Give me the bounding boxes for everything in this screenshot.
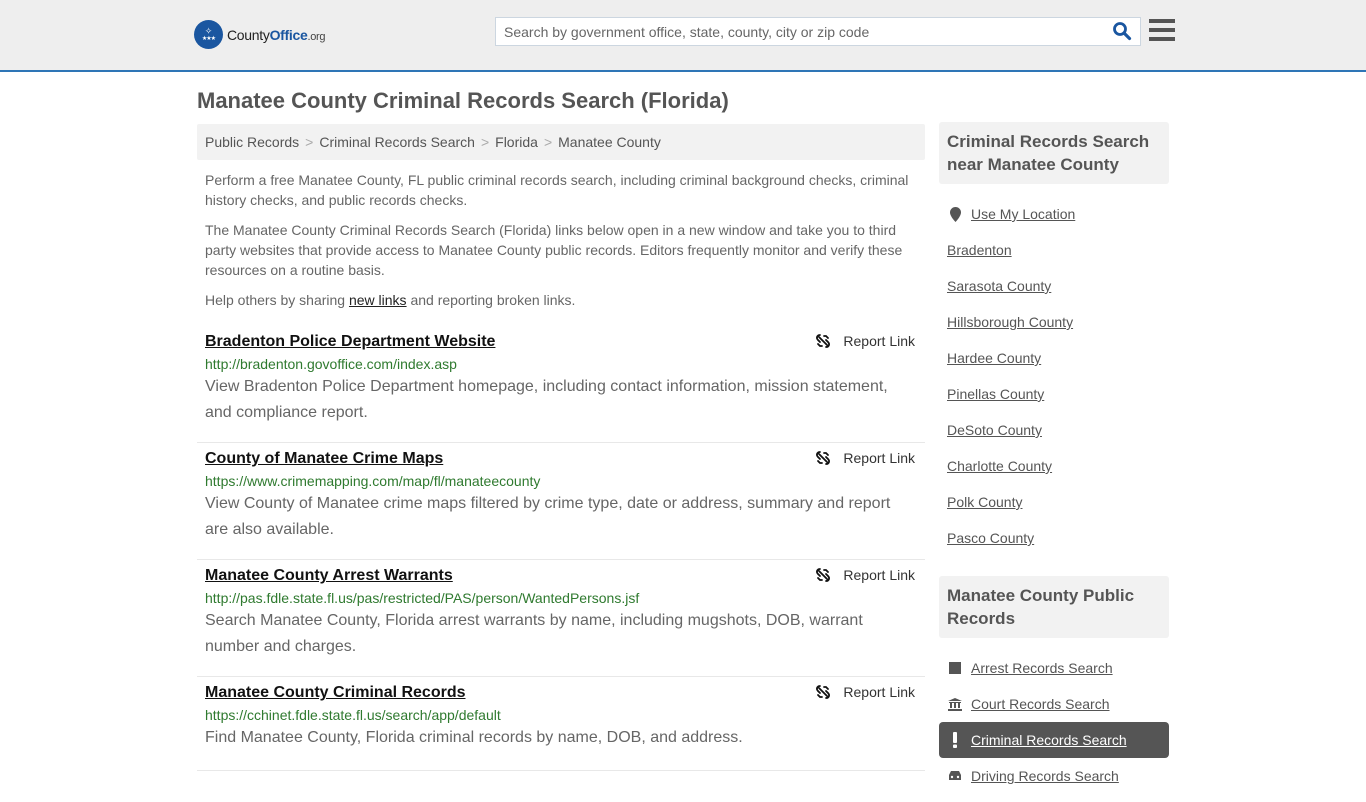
search-input[interactable] bbox=[496, 18, 1096, 45]
page-title: Manatee County Criminal Records Search (… bbox=[197, 88, 729, 113]
result-description: View Bradenton Police Department homepag… bbox=[205, 378, 888, 421]
top-bar: ✧ ★★★ CountyOffice.org bbox=[0, 0, 1366, 72]
result-item: Manatee County Arrest Warrants Report Li… bbox=[197, 560, 925, 677]
report-link-button[interactable]: Report Link bbox=[815, 450, 915, 466]
result-title-link[interactable]: Manatee County Criminal Records bbox=[205, 684, 466, 702]
intro-text-span: Help others by sharing bbox=[205, 292, 349, 308]
public-records-heading: Manatee County Public Records bbox=[939, 576, 1169, 638]
nearby-item: Hardee County bbox=[947, 340, 1161, 376]
report-link-button[interactable]: Report Link bbox=[815, 567, 915, 583]
nearby-item: Sarasota County bbox=[947, 268, 1161, 304]
result-url: https://www.crimemapping.com/map/fl/mana… bbox=[205, 473, 541, 489]
nearby-item: Hillsborough County bbox=[947, 304, 1161, 340]
result-title-link[interactable]: Manatee County Arrest Warrants bbox=[205, 567, 453, 585]
driving-records-link[interactable]: Driving Records Search bbox=[971, 768, 1119, 784]
nearby-heading: Criminal Records Search near Manatee Cou… bbox=[939, 122, 1169, 184]
intro-text-span: and reporting broken links. bbox=[406, 292, 576, 308]
nearby-link-bradenton[interactable]: Bradenton bbox=[947, 242, 1012, 258]
intro-paragraph-1: Perform a free Manatee County, FL public… bbox=[205, 172, 909, 208]
report-link-label: Report Link bbox=[843, 567, 915, 583]
search-button[interactable] bbox=[1112, 21, 1134, 43]
result-url: https://cchinet.fdle.state.fl.us/search/… bbox=[205, 707, 501, 723]
breadcrumb-florida[interactable]: Florida bbox=[495, 134, 538, 150]
result-item: Manatee County Criminal Records Report L… bbox=[197, 677, 925, 771]
result-title-link[interactable]: County of Manatee Crime Maps bbox=[205, 450, 443, 468]
nearby-item: Pasco County bbox=[947, 520, 1161, 556]
intro-paragraph-2: The Manatee County Criminal Records Sear… bbox=[205, 222, 903, 278]
result-title-link[interactable]: Bradenton Police Department Website bbox=[205, 333, 495, 351]
square-icon bbox=[947, 662, 963, 674]
nearby-list: Use My Location Bradenton Sarasota Count… bbox=[939, 184, 1169, 564]
nearby-link-hillsborough[interactable]: Hillsborough County bbox=[947, 314, 1073, 330]
nearby-link-polk[interactable]: Polk County bbox=[947, 494, 1022, 510]
result-url: http://pas.fdle.state.fl.us/pas/restrict… bbox=[205, 590, 640, 606]
search-box bbox=[495, 17, 1141, 46]
eagle-logo-icon: ✧ ★★★ bbox=[194, 20, 223, 49]
report-link-button[interactable]: Report Link bbox=[815, 684, 915, 700]
report-link-label: Report Link bbox=[843, 450, 915, 466]
arrest-records-link[interactable]: Arrest Records Search bbox=[971, 660, 1113, 676]
broken-link-icon bbox=[816, 685, 831, 699]
nearby-link-pinellas[interactable]: Pinellas County bbox=[947, 386, 1044, 402]
nearby-item: Polk County bbox=[947, 484, 1161, 520]
result-description: Search Manatee County, Florida arrest wa… bbox=[205, 612, 863, 655]
report-link-label: Report Link bbox=[843, 684, 915, 700]
site-logo[interactable]: ✧ ★★★ CountyOffice.org bbox=[194, 20, 326, 49]
nearby-link-desoto[interactable]: DeSoto County bbox=[947, 422, 1042, 438]
report-link-label: Report Link bbox=[843, 333, 915, 349]
car-icon bbox=[947, 770, 963, 782]
broken-link-icon bbox=[816, 334, 831, 348]
broken-link-icon bbox=[816, 568, 831, 582]
breadcrumb-criminal-records-search[interactable]: Criminal Records Search bbox=[319, 134, 475, 150]
nearby-link-sarasota[interactable]: Sarasota County bbox=[947, 278, 1051, 294]
breadcrumb-separator: > bbox=[480, 134, 490, 150]
result-url: http://bradenton.govoffice.com/index.asp bbox=[205, 356, 457, 372]
breadcrumb-public-records[interactable]: Public Records bbox=[205, 134, 299, 150]
menu-bar-icon bbox=[1149, 37, 1175, 41]
result-description: View County of Manatee crime maps filter… bbox=[205, 495, 891, 538]
menu-bar-icon bbox=[1149, 28, 1175, 32]
nearby-item: Pinellas County bbox=[947, 376, 1161, 412]
result-item: County of Manatee Crime Maps Report Link… bbox=[197, 443, 925, 560]
breadcrumb-separator: > bbox=[305, 134, 314, 150]
public-records-item: Arrest Records Search bbox=[947, 650, 1161, 686]
results-list: Bradenton Police Department Website Repo… bbox=[197, 326, 925, 771]
breadcrumb: Public Records > Criminal Records Search > F… bbox=[197, 124, 925, 160]
public-records-item: Driving Records Search bbox=[947, 758, 1161, 794]
logo-text: CountyOffice.org bbox=[227, 26, 326, 43]
nearby-link-pasco[interactable]: Pasco County bbox=[947, 530, 1034, 546]
nearby-item: DeSoto County bbox=[947, 412, 1161, 448]
use-my-location-item: Use My Location bbox=[947, 196, 1161, 232]
intro-text: Perform a free Manatee County, FL public… bbox=[205, 170, 920, 320]
public-records-list: Arrest Records Search Court Records Sear… bbox=[939, 638, 1169, 802]
result-description: Find Manatee County, Florida criminal re… bbox=[205, 729, 743, 746]
hamburger-menu-button[interactable] bbox=[1149, 19, 1175, 43]
criminal-records-link[interactable]: Criminal Records Search bbox=[971, 732, 1127, 748]
menu-bar-icon bbox=[1149, 19, 1175, 23]
report-link-button[interactable]: Report Link bbox=[815, 333, 915, 349]
nearby-item: Bradenton bbox=[947, 232, 1161, 268]
map-marker-icon bbox=[947, 206, 963, 222]
intro-paragraph-3: Help others by sharing new links and rep… bbox=[205, 290, 920, 310]
nearby-item: Charlotte County bbox=[947, 448, 1161, 484]
use-my-location-link[interactable]: Use My Location bbox=[971, 206, 1075, 222]
new-links-link[interactable]: new links bbox=[349, 292, 407, 308]
breadcrumb-manatee-county: Manatee County bbox=[558, 134, 661, 150]
search-icon bbox=[1113, 22, 1132, 41]
nearby-link-charlotte[interactable]: Charlotte County bbox=[947, 458, 1052, 474]
breadcrumb-separator: > bbox=[543, 134, 553, 150]
court-records-link[interactable]: Court Records Search bbox=[971, 696, 1110, 712]
broken-link-icon bbox=[816, 451, 831, 465]
result-item: Bradenton Police Department Website Repo… bbox=[197, 326, 925, 443]
sidebar: Criminal Records Search near Manatee Cou… bbox=[939, 122, 1169, 802]
public-records-item: Court Records Search bbox=[947, 686, 1161, 722]
courthouse-icon bbox=[947, 697, 963, 711]
nearby-link-hardee[interactable]: Hardee County bbox=[947, 350, 1041, 366]
exclamation-icon bbox=[947, 732, 963, 748]
public-records-item-active: Criminal Records Search bbox=[939, 722, 1169, 758]
